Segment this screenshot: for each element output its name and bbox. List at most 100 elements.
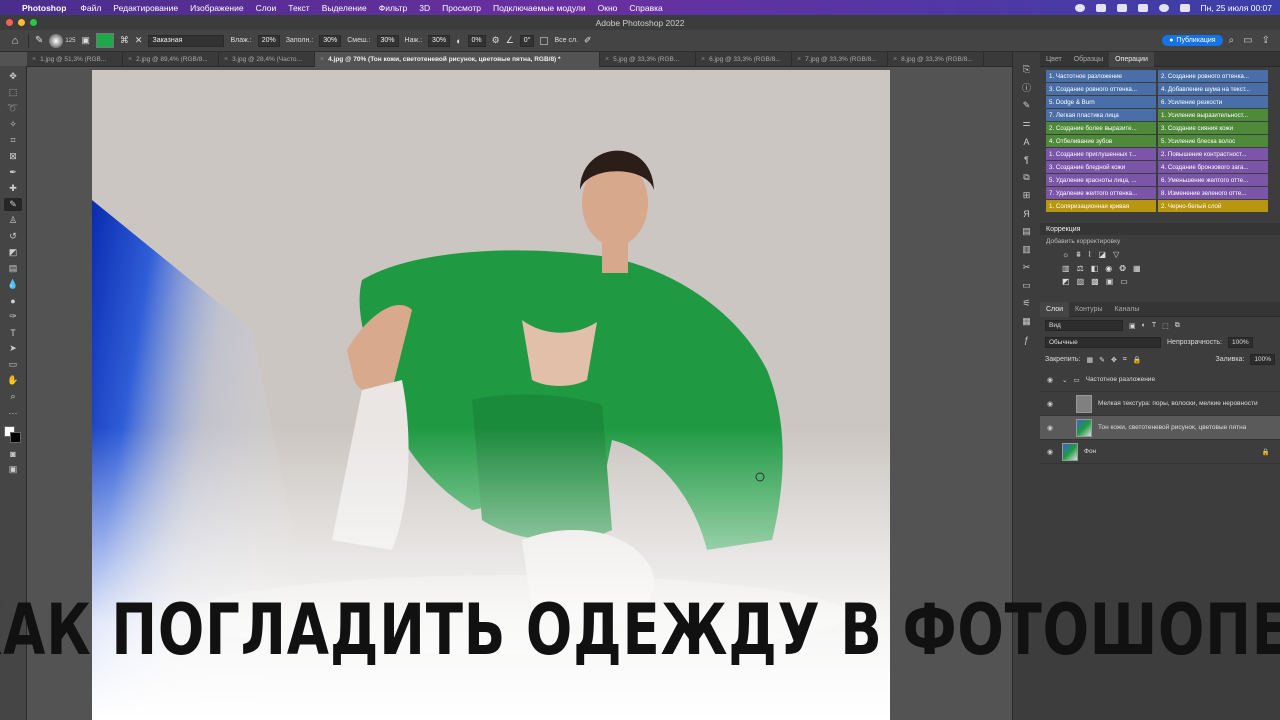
paragraph-icon[interactable]: ¶ <box>1020 154 1034 165</box>
levels-icon[interactable]: ⩩ <box>1076 250 1080 260</box>
action-item[interactable]: 1. Соляризационная кривая <box>1046 200 1156 212</box>
lock-artboard-icon[interactable]: ⌗ <box>1123 356 1127 364</box>
close-tab-icon[interactable]: × <box>128 56 132 63</box>
filter-pixel-icon[interactable]: ▣ <box>1129 322 1136 330</box>
move-tool-icon[interactable]: ✥ <box>4 70 22 83</box>
menu-view[interactable]: Просмотр <box>442 3 481 13</box>
pressure-icon[interactable]: ✐ <box>584 35 592 46</box>
doc-tab-active[interactable]: × 4.jpg @ 70% (Тон кожи, светотеневой рис… <box>315 52 600 67</box>
layer-search[interactable]: Вид <box>1045 320 1123 331</box>
opacity-input[interactable]: 100% <box>1228 337 1253 348</box>
fill-input[interactable]: 100% <box>1250 354 1275 365</box>
lock-move-icon[interactable]: ✥ <box>1111 356 1117 364</box>
selective-color-icon[interactable]: ▣ <box>1106 277 1114 286</box>
wifi-icon[interactable] <box>1137 3 1148 12</box>
hand-tool-icon[interactable]: ✋ <box>4 374 22 387</box>
menu-select[interactable]: Выделение <box>322 3 367 13</box>
close-tab-icon[interactable]: × <box>224 56 228 63</box>
doc-tab[interactable]: × 3.jpg @ 28,4% (Часто... <box>219 52 315 67</box>
preset-select[interactable]: Заказная <box>148 34 225 47</box>
close-icon[interactable] <box>6 19 13 26</box>
clone-stamp-icon[interactable]: ♙ <box>4 214 22 227</box>
action-item[interactable]: 8. Изменение зеленого отте... <box>1158 187 1268 199</box>
close-tab-icon[interactable]: × <box>32 56 36 63</box>
record-icon[interactable] <box>1074 3 1085 12</box>
load-brush-icon[interactable]: ⌘ <box>120 35 129 46</box>
clean-brush-icon[interactable]: ✕ <box>135 35 143 46</box>
action-item[interactable]: 6. Уменьшение желтого отте... <box>1158 174 1268 186</box>
doc-tab[interactable]: × 7.jpg @ 33,3% (RGB/8... <box>792 52 888 67</box>
action-item[interactable]: 5. Удаление красноты лица, ... <box>1046 174 1156 186</box>
settings-icon[interactable]: ⚙ <box>492 35 500 46</box>
path-select-icon[interactable]: ➤ <box>4 342 22 355</box>
doc-tab[interactable]: × 6.jpg @ 33,3% (RGB/8... <box>696 52 792 67</box>
quick-mask-icon[interactable]: ◙ <box>4 447 22 460</box>
angle-input[interactable]: 0° <box>519 34 535 47</box>
action-item[interactable]: 7. Удаление желтого оттенка... <box>1046 187 1156 199</box>
chevron-down-icon[interactable]: ⌄ <box>1062 376 1067 384</box>
angle-icon[interactable]: ∠ <box>506 35 514 46</box>
publish-button[interactable]: ● Публикация <box>1162 35 1223 46</box>
close-tab-icon[interactable]: × <box>893 56 897 63</box>
pen-tool-icon[interactable]: ✑ <box>4 310 22 323</box>
action-item[interactable]: 1. Создание приглушенных т... <box>1046 148 1156 160</box>
menu-type[interactable]: Текст <box>288 3 309 13</box>
history-brush-icon[interactable]: ↺ <box>4 230 22 243</box>
brush-preset-icon[interactable] <box>49 33 64 48</box>
channel-mixer-icon[interactable]: ❂ <box>1119 264 1126 273</box>
color-lookup-icon[interactable]: ▦ <box>1133 264 1141 273</box>
action-item[interactable]: 4. Добавление шума на текст... <box>1158 83 1268 95</box>
action-item[interactable]: 6. Усиление резкости <box>1158 96 1268 108</box>
screen-mode-icon[interactable]: ▣ <box>4 463 22 476</box>
action-item[interactable]: 4. Создание бронзового зага... <box>1158 161 1268 173</box>
color-balance-icon[interactable]: ⚖ <box>1077 264 1084 273</box>
hue-sat-icon[interactable]: ▥ <box>1062 264 1070 273</box>
exposure-icon[interactable]: ◪ <box>1099 250 1107 260</box>
vibrance-icon[interactable]: ▽ <box>1113 250 1119 260</box>
search-icon[interactable] <box>1158 3 1169 12</box>
tab-layers[interactable]: Слои <box>1040 301 1070 317</box>
glyphs-icon[interactable]: Я <box>1020 208 1034 219</box>
fill-input[interactable]: 30% <box>319 34 342 47</box>
tab-actions[interactable]: Операции <box>1109 51 1154 67</box>
visibility-eye-icon[interactable]: ◉ <box>1047 424 1056 432</box>
adjust-icon[interactable]: ⚌ <box>1020 118 1034 129</box>
action-item[interactable]: 2. Черно-белый слой <box>1158 200 1268 212</box>
doc-tab[interactable]: × 2.jpg @ 89,4% (RGB/8... <box>123 52 219 67</box>
tab-swatches[interactable]: Образцы <box>1068 52 1109 67</box>
invert-icon[interactable]: ◩ <box>1062 277 1070 286</box>
menu-3d[interactable]: 3D <box>419 3 430 13</box>
more-tools-icon[interactable]: ··· <box>4 406 22 419</box>
background-color[interactable] <box>10 432 21 443</box>
styles-icon[interactable]: ▦ <box>1020 316 1034 327</box>
menu-app-name[interactable]: Photoshop <box>22 3 66 13</box>
color-swatches[interactable] <box>4 426 22 444</box>
menu-layers[interactable]: Слои <box>256 3 277 13</box>
filter-shape-icon[interactable]: ⬚ <box>1162 322 1169 330</box>
menu-file[interactable]: Файл <box>80 3 101 13</box>
threshold-icon[interactable]: ▩ <box>1091 277 1099 286</box>
black-white-icon[interactable]: ◧ <box>1091 264 1099 273</box>
visibility-eye-icon[interactable]: ◉ <box>1047 376 1056 384</box>
curves-icon[interactable]: ⌇ <box>1088 250 1092 260</box>
layer-row[interactable]: ◉ Мелкая текстура: поры, волоски, мелкие… <box>1040 392 1280 416</box>
home-icon[interactable]: ⌂ <box>8 34 22 48</box>
menu-edit[interactable]: Редактирование <box>113 3 178 13</box>
battery-icon[interactable] <box>1095 3 1106 12</box>
action-item[interactable]: 4. Отбеливание зубов <box>1046 135 1156 147</box>
action-item[interactable]: 3. Создание ровного оттенка... <box>1046 83 1156 95</box>
action-item[interactable]: 5. Усиление блеска волос <box>1158 135 1268 147</box>
action-item[interactable]: 7. Легкая пластика лица <box>1046 109 1156 121</box>
filter-smart-icon[interactable]: ⧉ <box>1175 322 1180 330</box>
workspace-icon[interactable]: ▭ <box>1243 35 1252 46</box>
doc-tab[interactable]: × 5.jpg @ 33,3% (RGB... <box>600 52 696 67</box>
search-icon[interactable]: ⌕ <box>1229 35 1235 46</box>
menu-image[interactable]: Изображение <box>190 3 244 13</box>
menu-filter[interactable]: Фильтр <box>379 3 408 13</box>
lock-all-icon[interactable]: 🔒 <box>1133 356 1142 364</box>
type-tool-icon[interactable]: T <box>4 326 22 339</box>
lock-pixels-icon[interactable]: ▦ <box>1086 356 1093 364</box>
action-item[interactable]: 3. Создание бледной кожи <box>1046 161 1156 173</box>
bluetooth-icon[interactable] <box>1116 3 1127 12</box>
action-item[interactable]: 1. Усиление выразительност... <box>1158 109 1268 121</box>
